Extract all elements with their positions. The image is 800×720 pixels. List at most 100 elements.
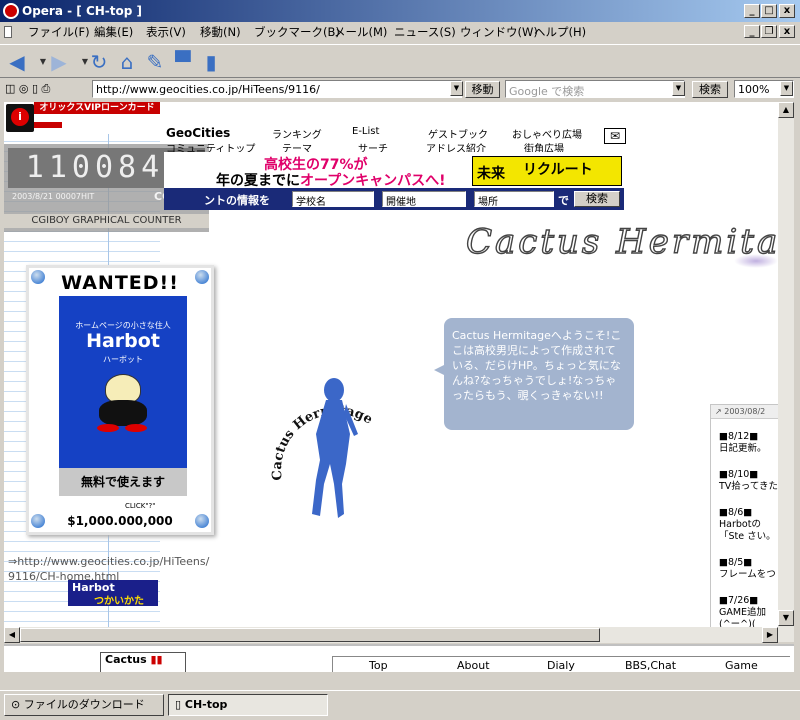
diary-entry-date: ■8/10■ <box>719 469 759 480</box>
harbot-click-label: CLICK"?" <box>125 502 156 510</box>
diary-date-header: 2003/08/2 <box>724 407 766 416</box>
counter-caption: CGIBOY GRAPHICAL COUNTER <box>4 214 209 228</box>
recruit-logo-2: リクルート <box>523 162 593 178</box>
menu-bookmarks[interactable]: ブックマーク(B) <box>254 24 340 40</box>
diary-entry: ■7/26■ GAME追加 (^ー^)( <box>719 595 778 628</box>
minimize-button[interactable]: _ <box>744 4 760 18</box>
harbot-howto-label: つかいかた <box>94 596 144 607</box>
nav-top[interactable]: Top <box>369 659 388 672</box>
bottom-logo-text: Cactus <box>105 653 147 666</box>
geocities-logo[interactable]: GeoCities <box>166 126 230 140</box>
search-engine-dropdown[interactable]: ▼ <box>672 81 685 96</box>
page-icon[interactable]: ▮ <box>200 51 222 73</box>
cactus-silhouette-logo[interactable]: Cactus Hermitage <box>254 364 414 534</box>
pin-icon <box>195 514 209 528</box>
banner-line2-highlight: オープンキャンパスへ! <box>300 173 446 189</box>
orix-ad-stripe <box>34 122 62 128</box>
title-ornament <box>734 254 778 268</box>
forward-arrow-icon[interactable]: ▶ <box>48 51 70 73</box>
print-icon[interactable]: ▀ <box>172 51 194 73</box>
harbot-howto-banner[interactable]: Harbot つかいかた <box>68 580 158 607</box>
mail-icon[interactable]: ✉ <box>604 128 626 144</box>
campus-search-button[interactable]: 検索 <box>574 191 620 207</box>
address-dropdown[interactable]: ▼ <box>450 81 463 96</box>
diary-entry-date: ■8/5■ <box>719 557 753 568</box>
school-name-select[interactable]: 学校名 <box>292 191 374 207</box>
scroll-thumb[interactable] <box>20 628 600 642</box>
menu-file[interactable]: ファイル(F) <box>28 24 90 40</box>
venue-select[interactable]: 開催地 <box>382 191 466 207</box>
hotlist-icon[interactable]: ✎ <box>144 51 166 73</box>
harbot-wanted-card[interactable]: WANTED!! ホームページの小さな住人 Harbot ハーボット 無料で使え… <box>26 265 214 535</box>
gc-link-guestbook[interactable]: ゲストブック <box>428 126 488 141</box>
harbot-body-icon <box>99 400 147 426</box>
harbot-url-line1: ⇒http://www.geocities.co.jp/HiTeens/ <box>8 555 210 568</box>
search-de-label: で <box>558 194 569 207</box>
menu-navigate[interactable]: 移動(N) <box>200 24 241 40</box>
menu-help[interactable]: ヘルプ(H) <box>534 24 586 40</box>
banner-line2-prefix: 年の夏までに <box>216 173 300 189</box>
scroll-down-icon[interactable]: ▼ <box>778 610 794 626</box>
window-title: Opera - [ CH-top ] <box>22 4 143 18</box>
harbot-free-label: 無料で使えます <box>59 468 187 496</box>
horizontal-scrollbar[interactable]: ◀ ▶ <box>4 627 778 643</box>
gc-link-ranking[interactable]: ランキング <box>272 126 322 141</box>
banner-line2: 年の夏までにオープンキャンパスへ! <box>216 170 446 190</box>
gc-link-chat[interactable]: おしゃべり広場 <box>512 126 582 141</box>
zoom-dropdown[interactable]: ▼ <box>780 81 793 96</box>
child-minimize-button[interactable]: _ <box>744 25 760 38</box>
nav-about[interactable]: About <box>457 659 490 672</box>
page-tab-label: CH-top <box>184 698 228 711</box>
scroll-up-icon[interactable]: ▲ <box>778 102 794 118</box>
open-campus-banner[interactable]: 高校生の77%が 年の夏までにオープンキャンパスへ! 未来 リクルート <box>164 152 624 190</box>
orix-ad-text: オリックスVIPローンカード <box>34 102 160 114</box>
child-close-button[interactable]: x <box>779 25 795 38</box>
geocities-header: GeoCities ランキング E-List ゲストブック おしゃべり広場 コミ… <box>164 124 628 212</box>
diary-entry-date: ■8/6■ <box>719 507 753 518</box>
campus-search-prefix: ントの情報を <box>204 194 270 207</box>
tools-icons[interactable]: ◫ ◎ ▯ ⎙ <box>5 82 50 96</box>
page-tab-ch-top[interactable]: ▯ CH-top <box>168 694 328 716</box>
navigation-toolbar: ◀ ▼ ▶ ▼ ↻ ⌂ ✎ ▀ ▮ <box>0 44 800 78</box>
search-button[interactable]: 検索 <box>692 81 728 98</box>
harbot-foot-icon <box>125 424 147 432</box>
menu-news[interactable]: ニュース(S) <box>394 24 456 40</box>
wanted-title: WANTED!! <box>61 272 179 294</box>
downloads-label: ファイルのダウンロード <box>23 698 145 711</box>
downloads-tab[interactable]: ⊙ ファイルのダウンロード <box>4 694 164 716</box>
child-restore-button[interactable]: ❐ <box>761 25 777 38</box>
status-bar: ⊙ ファイルのダウンロード ▯ CH-top <box>0 690 800 720</box>
reload-icon[interactable]: ↻ <box>88 51 110 73</box>
menu-edit[interactable]: 編集(E) <box>94 24 133 40</box>
nav-bbs-chat[interactable]: BBS,Chat <box>625 659 676 672</box>
address-input[interactable]: http://www.geocities.co.jp/HiTeens/9116/ <box>92 80 462 98</box>
gc-link-elist[interactable]: E-List <box>352 126 379 137</box>
diary-header: ↗ 2003/08/2 <box>711 405 778 419</box>
menu-view[interactable]: 表示(V) <box>146 24 186 40</box>
bubble-tail <box>434 364 446 376</box>
scroll-left-icon[interactable]: ◀ <box>4 627 20 643</box>
scroll-right-icon[interactable]: ▶ <box>762 627 778 643</box>
opera-logo-icon <box>3 3 19 19</box>
search-input[interactable]: Google で検索 <box>505 80 685 98</box>
vertical-scrollbar[interactable]: ▲ ▼ <box>778 102 794 642</box>
orix-ad[interactable]: i オリックスVIPローンカード <box>4 102 160 134</box>
diary-entry-text: Harbotの「Ste さい。 <box>719 519 776 542</box>
close-button[interactable]: x <box>779 4 795 18</box>
menu-mail[interactable]: メール(M) <box>334 24 387 40</box>
recruit-logo-1: 未来 <box>477 166 505 182</box>
back-arrow-icon[interactable]: ◀ <box>6 51 28 73</box>
nav-game[interactable]: Game <box>725 659 758 672</box>
menu-window[interactable]: ウィンドウ(W) <box>460 24 538 40</box>
place-select[interactable]: 場所 <box>474 191 554 207</box>
bottom-logo[interactable]: Cactus ▮▮ <box>100 652 186 672</box>
nav-dialy[interactable]: Dialy <box>547 659 575 672</box>
bottom-nav-frame: Cactus ▮▮ Top About Dialy BBS,Chat Game <box>4 644 794 672</box>
maximize-button[interactable]: □ <box>761 4 777 18</box>
go-button[interactable]: 移動 <box>465 81 500 98</box>
recruit-logo: 未来 リクルート <box>472 156 622 186</box>
woman-silhouette-icon <box>312 378 358 518</box>
home-icon[interactable]: ⌂ <box>116 51 138 73</box>
harbot-kana: ハーボット <box>103 355 143 364</box>
page-content: i オリックスVIPローンカード 1100847 2003/8/21 00007… <box>4 102 778 628</box>
